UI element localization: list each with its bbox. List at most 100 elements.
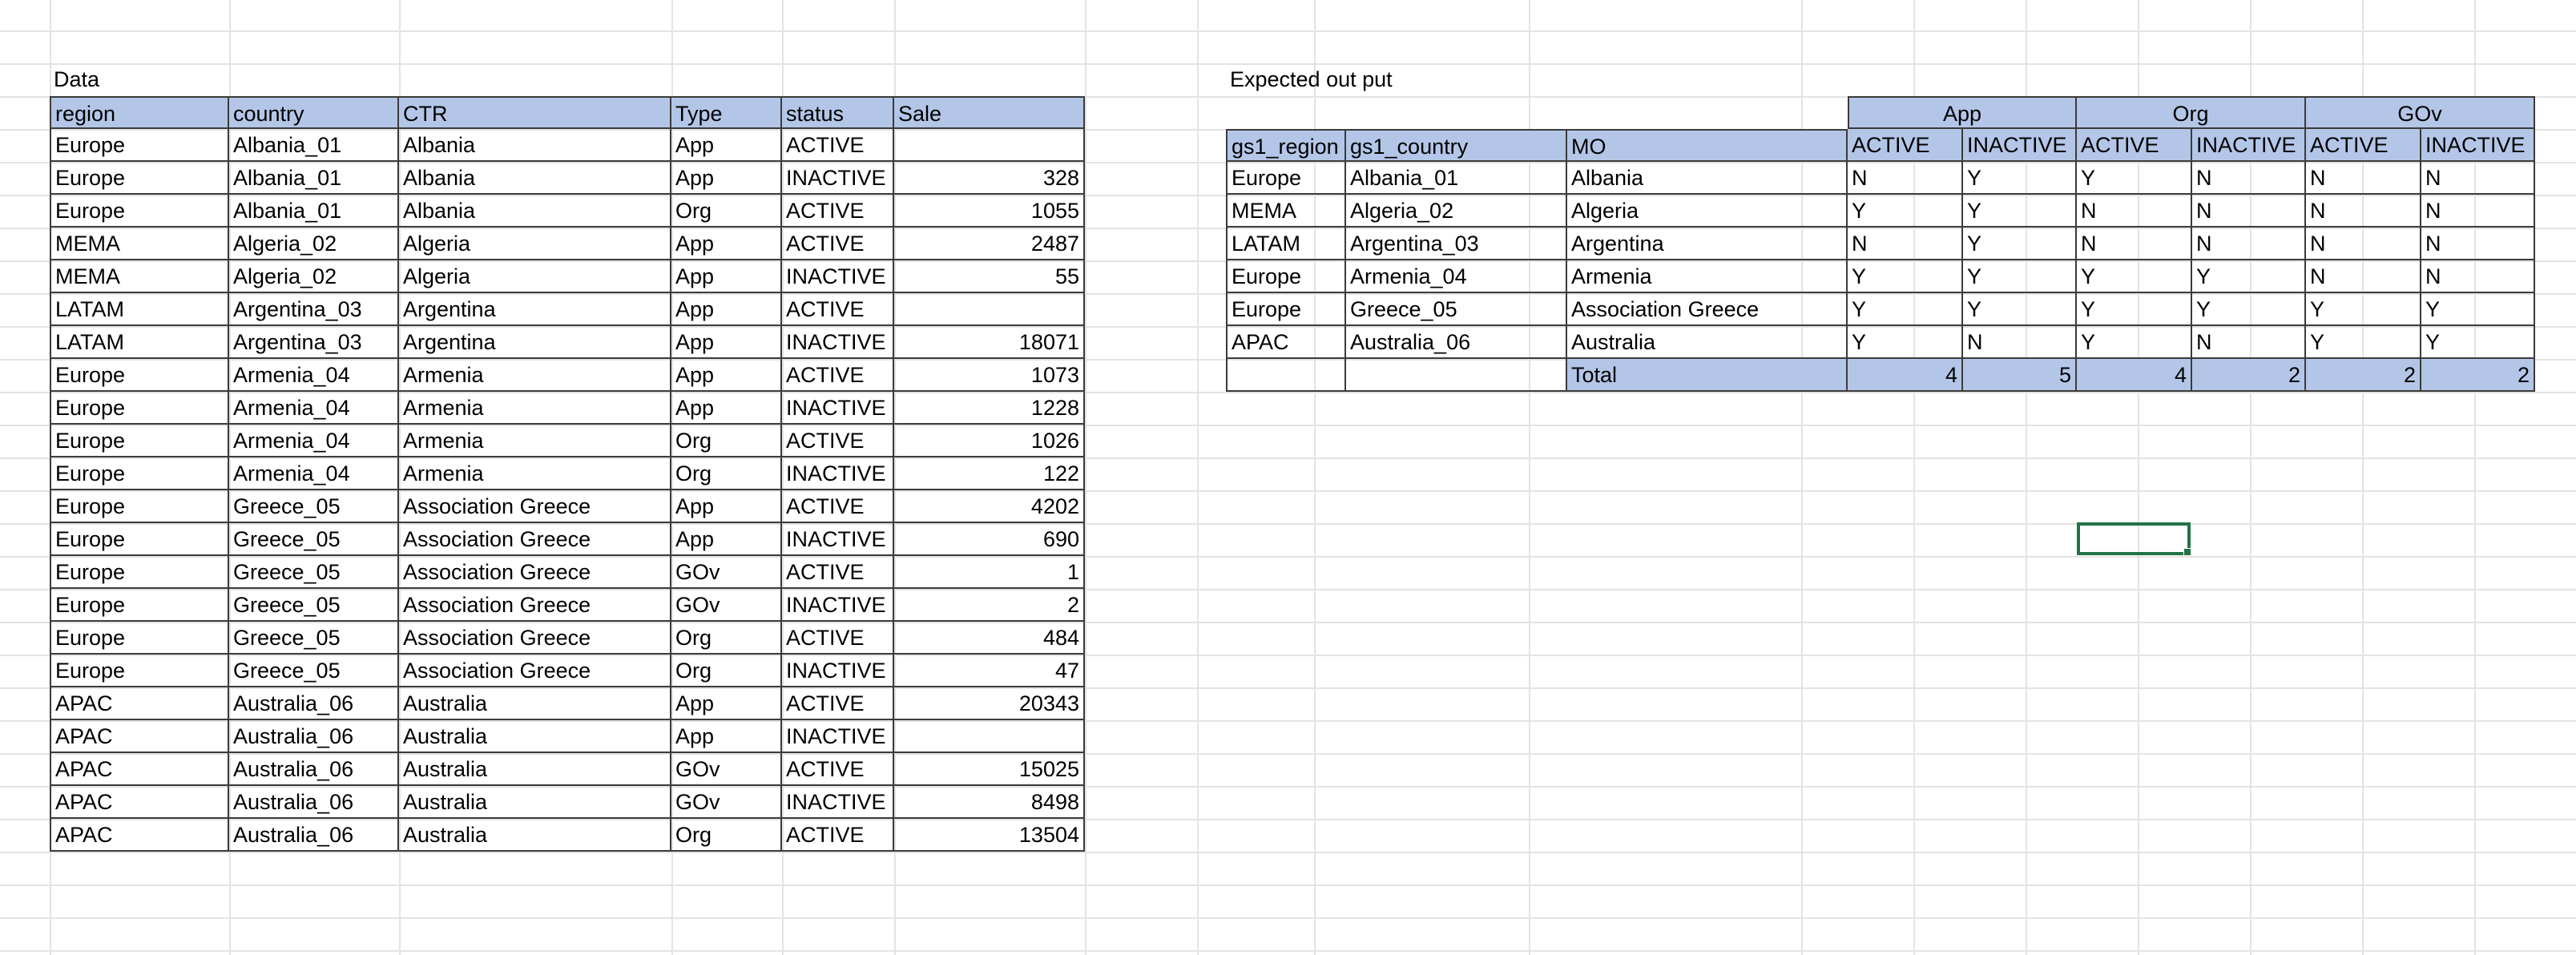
data-cell[interactable]: ACTIVE: [782, 359, 894, 392]
data-cell[interactable]: Armenia_04: [229, 457, 399, 490]
data-cell[interactable]: INACTIVE: [782, 326, 894, 359]
data-cell[interactable]: Australia_06: [229, 819, 399, 852]
output-cell[interactable]: Armenia_04: [1346, 260, 1567, 293]
data-cell[interactable]: 1055: [894, 195, 1085, 228]
data-cell[interactable]: Albania: [399, 129, 671, 162]
data-cell[interactable]: Argentina: [399, 326, 671, 359]
output-cell[interactable]: N: [2421, 228, 2535, 260]
output-cell[interactable]: Albania_01: [1346, 162, 1567, 195]
data-cell[interactable]: INACTIVE: [782, 523, 894, 556]
output-cell[interactable]: APAC: [1226, 326, 1346, 359]
data-cell[interactable]: 1073: [894, 359, 1085, 392]
data-cell[interactable]: App: [671, 490, 782, 523]
output-group-header-org[interactable]: Org: [2077, 96, 2306, 129]
data-cell[interactable]: Algeria: [399, 260, 671, 293]
data-cell[interactable]: Europe: [50, 655, 229, 687]
data-cell[interactable]: 4202: [894, 490, 1085, 523]
data-cell[interactable]: Europe: [50, 556, 229, 589]
data-cell[interactable]: 20343: [894, 687, 1085, 720]
output-cell[interactable]: N: [1848, 162, 1963, 195]
data-cell[interactable]: Association Greece: [399, 655, 671, 687]
data-cell[interactable]: 47: [894, 655, 1085, 687]
total-row-empty-cell[interactable]: [1346, 359, 1567, 392]
data-cell[interactable]: [894, 720, 1085, 753]
data-cell[interactable]: Argentina_03: [229, 326, 399, 359]
output-cell[interactable]: Argentina_03: [1346, 228, 1567, 260]
data-cell[interactable]: ACTIVE: [782, 819, 894, 852]
output-cell[interactable]: N: [2077, 228, 2192, 260]
data-cell[interactable]: Greece_05: [229, 556, 399, 589]
data-cell[interactable]: [894, 129, 1085, 162]
output-header-active[interactable]: ACTIVE: [1848, 129, 1963, 162]
data-cell[interactable]: INACTIVE: [782, 457, 894, 490]
data-cell[interactable]: App: [671, 228, 782, 260]
output-cell[interactable]: N: [2192, 326, 2306, 359]
data-cell[interactable]: Argentina: [399, 293, 671, 326]
total-value[interactable]: 4: [2077, 359, 2192, 392]
data-cell[interactable]: App: [671, 720, 782, 753]
output-header-mo[interactable]: MO: [1567, 129, 1848, 162]
output-cell[interactable]: Y: [2192, 260, 2306, 293]
data-cell[interactable]: Australia_06: [229, 687, 399, 720]
total-value[interactable]: 4: [1848, 359, 1963, 392]
total-label[interactable]: Total: [1567, 359, 1848, 392]
data-cell[interactable]: Org: [671, 195, 782, 228]
data-cell[interactable]: INACTIVE: [782, 162, 894, 195]
output-cell[interactable]: Y: [1963, 162, 2077, 195]
data-cell[interactable]: Greece_05: [229, 490, 399, 523]
output-cell[interactable]: Y: [1848, 260, 1963, 293]
output-cell[interactable]: N: [2306, 228, 2421, 260]
data-cell[interactable]: Albania_01: [229, 129, 399, 162]
data-cell[interactable]: Australia: [399, 687, 671, 720]
data-cell[interactable]: LATAM: [50, 293, 229, 326]
data-cell[interactable]: Greece_05: [229, 589, 399, 622]
fill-handle[interactable]: [2183, 548, 2191, 556]
output-cell[interactable]: Argentina: [1567, 228, 1848, 260]
total-value[interactable]: 2: [2306, 359, 2421, 392]
data-cell[interactable]: APAC: [50, 687, 229, 720]
data-cell[interactable]: Europe: [50, 490, 229, 523]
data-cell[interactable]: App: [671, 392, 782, 425]
data-cell[interactable]: ACTIVE: [782, 622, 894, 655]
data-cell[interactable]: Europe: [50, 129, 229, 162]
output-cell[interactable]: N: [2077, 195, 2192, 228]
output-group-header-gov[interactable]: GOv: [2306, 96, 2535, 129]
data-cell[interactable]: Albania: [399, 195, 671, 228]
data-cell[interactable]: Algeria_02: [229, 228, 399, 260]
data-cell[interactable]: Org: [671, 457, 782, 490]
output-cell[interactable]: Y: [1963, 195, 2077, 228]
data-cell[interactable]: Armenia: [399, 392, 671, 425]
data-cell[interactable]: ACTIVE: [782, 129, 894, 162]
data-cell[interactable]: App: [671, 293, 782, 326]
data-cell[interactable]: MEMA: [50, 260, 229, 293]
data-cell[interactable]: Australia: [399, 720, 671, 753]
data-cell[interactable]: Albania_01: [229, 195, 399, 228]
data-cell[interactable]: [894, 293, 1085, 326]
output-cell[interactable]: Y: [2306, 326, 2421, 359]
output-header-inactive[interactable]: INACTIVE: [2192, 129, 2306, 162]
data-cell[interactable]: APAC: [50, 786, 229, 819]
data-cell[interactable]: 328: [894, 162, 1085, 195]
selected-cell[interactable]: [2077, 522, 2191, 556]
data-cell[interactable]: ACTIVE: [782, 753, 894, 786]
data-cell[interactable]: Association Greece: [399, 523, 671, 556]
output-cell[interactable]: N: [2192, 162, 2306, 195]
data-cell[interactable]: INACTIVE: [782, 786, 894, 819]
output-cell[interactable]: Algeria_02: [1346, 195, 1567, 228]
output-group-header-app[interactable]: App: [1848, 96, 2077, 129]
data-cell[interactable]: Europe: [50, 425, 229, 457]
output-cell[interactable]: N: [1963, 326, 2077, 359]
data-cell[interactable]: Australia: [399, 753, 671, 786]
data-cell[interactable]: 2487: [894, 228, 1085, 260]
data-cell[interactable]: Association Greece: [399, 556, 671, 589]
expected-output-title[interactable]: Expected out put: [1226, 63, 1546, 96]
data-cell[interactable]: Albania_01: [229, 162, 399, 195]
data-cell[interactable]: 122: [894, 457, 1085, 490]
data-cell[interactable]: Australia_06: [229, 786, 399, 819]
output-cell[interactable]: Y: [2077, 162, 2192, 195]
data-cell[interactable]: Greece_05: [229, 655, 399, 687]
data-cell[interactable]: Europe: [50, 195, 229, 228]
data-cell[interactable]: Association Greece: [399, 622, 671, 655]
output-cell[interactable]: N: [2306, 162, 2421, 195]
output-cell[interactable]: N: [2421, 162, 2535, 195]
